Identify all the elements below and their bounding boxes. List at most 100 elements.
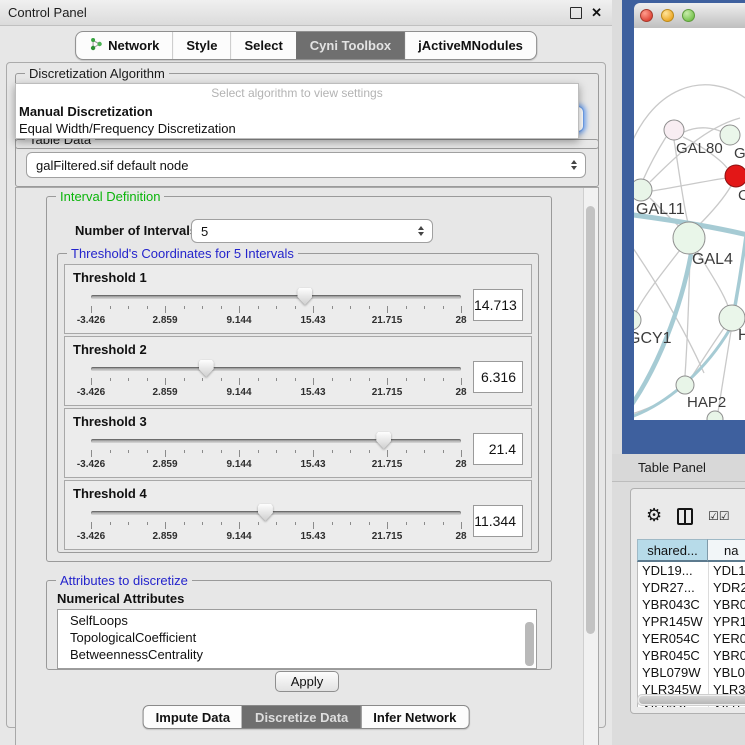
network-node[interactable] [634,310,641,330]
scale-tick-label: -3.426 [77,387,105,398]
column-header-shared-[interactable]: shared... [637,539,708,562]
slider-thumb[interactable] [376,432,391,449]
table-horizontal-scrollbar[interactable] [637,694,745,706]
table-row[interactable]: YBR045CYBR0 [638,647,745,664]
tab-discretize-data[interactable]: Discretize Data [242,706,360,728]
network-node[interactable] [634,179,652,201]
settings-scrollbar[interactable] [583,188,598,745]
scale-tick-label: 15.43 [300,387,325,398]
control-panel-title: Control Panel [8,5,87,20]
tab-label: Select [244,38,282,53]
zoom-traffic-light-icon[interactable] [682,9,695,22]
tab-cyni-toolbox[interactable]: Cyni Toolbox [296,32,404,59]
table-row[interactable]: YBR043CYBR0 [638,596,745,613]
column-header-na[interactable]: na [708,539,745,562]
close-traffic-light-icon[interactable] [640,9,653,22]
threshold-slider[interactable]: -3.4262.8599.14415.4321.71528 [91,430,461,472]
scale-tick-label: 9.144 [226,531,251,542]
table-panel-title: Table Panel [638,460,706,475]
attributes-list-scrollbar[interactable] [525,612,534,666]
scale-tick-label: 15.43 [300,459,325,470]
slider-thumb[interactable] [258,504,273,521]
control-panel-titlebar: Control Panel ✕ [0,0,612,26]
slider-scale: -3.4262.8599.14415.4321.71528 [91,387,461,399]
tab-network[interactable]: Network [76,32,172,59]
combo-arrows-icon [571,160,577,170]
network-node[interactable] [707,411,723,420]
slider-track[interactable] [91,511,461,515]
threshold-slider[interactable]: -3.4262.8599.14415.4321.71528 [91,286,461,328]
slider-track[interactable] [91,367,461,371]
network-node[interactable] [673,222,705,254]
tab-select[interactable]: Select [230,32,295,59]
table-row[interactable]: YPR145WYPR1 [638,613,745,630]
network-node[interactable] [664,120,684,140]
network-node[interactable] [720,125,740,145]
table-panel: ⚙ ☑☑ shared...na YDL19...YDL1YDR27...YDR… [630,488,745,714]
table-row[interactable]: YDL19...YDL1 [638,562,745,579]
scrollbar-thumb[interactable] [639,696,745,704]
scrollbar-thumb[interactable] [525,622,534,666]
tab-label: jActiveMNodules [418,38,523,53]
cyni-toolbox-panel: Discretization Algorithm Select algorith… [6,62,606,728]
threshold-value-field[interactable]: 21.4 [473,433,523,465]
slider-ticks [91,378,461,386]
scale-tick-label: 21.715 [372,315,403,326]
network-edge [691,328,724,378]
network-node-label: H [738,327,745,344]
close-icon[interactable]: ✕ [591,8,602,18]
number-of-intervals-value: 5 [201,224,208,239]
network-graph[interactable]: GAL80GACGAL11GAL4GCY1HHAP2 [634,28,745,420]
table-row[interactable]: YER054CYER0 [638,630,745,647]
algorithm-dropdown-popup: Select algorithm to view settings Manual… [15,83,579,139]
table-data-combobox[interactable]: galFiltered.sif default node [26,152,586,178]
scale-tick-label: 2.859 [152,315,177,326]
interval-definition-group: Interval Definition Number of Intervals … [46,196,552,562]
network-node-label: C [738,187,745,204]
columns-icon[interactable] [677,508,693,525]
network-edge [698,186,731,226]
slider-thumb[interactable] [297,288,312,305]
attribute-list-item[interactable]: BetweennessCentrality [58,646,536,663]
attribute-list-item[interactable]: SelfLoops [58,610,536,629]
slider-track[interactable] [91,439,461,443]
node-table: shared...na YDL19...YDL1YDR27...YDR2YBR0… [637,539,745,707]
threshold-slider[interactable]: -3.4262.8599.14415.4321.71528 [91,358,461,400]
float-window-icon[interactable] [570,7,582,19]
numerical-attributes-list[interactable]: SelfLoopsTopologicalCoefficientBetweenne… [57,609,537,669]
table-row[interactable]: YBL079WYBL0 [638,664,745,681]
tab-jactivemnodules[interactable]: jActiveMNodules [404,32,536,59]
slider-thumb[interactable] [199,360,214,377]
tab-impute-data[interactable]: Impute Data [144,706,242,728]
threshold-value-field[interactable]: 6.316 [473,361,523,393]
tab-style[interactable]: Style [172,32,230,59]
slider-track[interactable] [91,295,461,299]
network-node-label: HAP2 [687,394,726,411]
scale-tick-label: 28 [455,459,466,470]
apply-button[interactable]: Apply [275,671,339,692]
minimize-traffic-light-icon[interactable] [661,9,674,22]
select-columns-checkboxes-icon[interactable]: ☑☑ [708,509,730,523]
threshold-value-field[interactable]: 11.344 [473,505,523,537]
tab-infer-network[interactable]: Infer Network [360,706,468,728]
control-panel-tabs: NetworkStyle Select Cyni Toolbox jActiveMNo… [75,31,537,60]
control-panel-window: Control Panel ✕ NetworkStyle Select Cyni T… [0,0,612,745]
dropdown-option-manual-discretization[interactable]: Manual Discretization [16,103,578,120]
gear-icon[interactable]: ⚙ [646,507,662,525]
number-of-intervals-combobox[interactable]: 5 [191,219,433,243]
dropdown-option-equal-width-frequency-discretization[interactable]: Equal Width/Frequency Discretization [16,120,578,137]
table-row[interactable]: YDR27...YDR2 [638,579,745,596]
scrollbar-thumb[interactable] [586,206,595,634]
network-node-label: GA [734,145,745,162]
threshold-value-field[interactable]: 14.713 [473,289,523,321]
network-node[interactable] [725,165,745,187]
network-window-titlebar[interactable] [634,3,745,29]
settings-scroll-panel: Interval Definition Number of Intervals … [15,187,599,745]
table-panel-header: Table Panel [612,454,745,482]
network-canvas[interactable]: GAL80GACGAL11GAL4GCY1HHAP2 [634,28,745,420]
cell-name: YBR0 [709,647,745,664]
threshold-slider[interactable]: -3.4262.8599.14415.4321.71528 [91,502,461,544]
table-data-group: Table Data galFiltered.sif default node [15,139,599,187]
network-node[interactable] [676,376,694,394]
attribute-list-item[interactable]: TopologicalCoefficient [58,629,536,646]
